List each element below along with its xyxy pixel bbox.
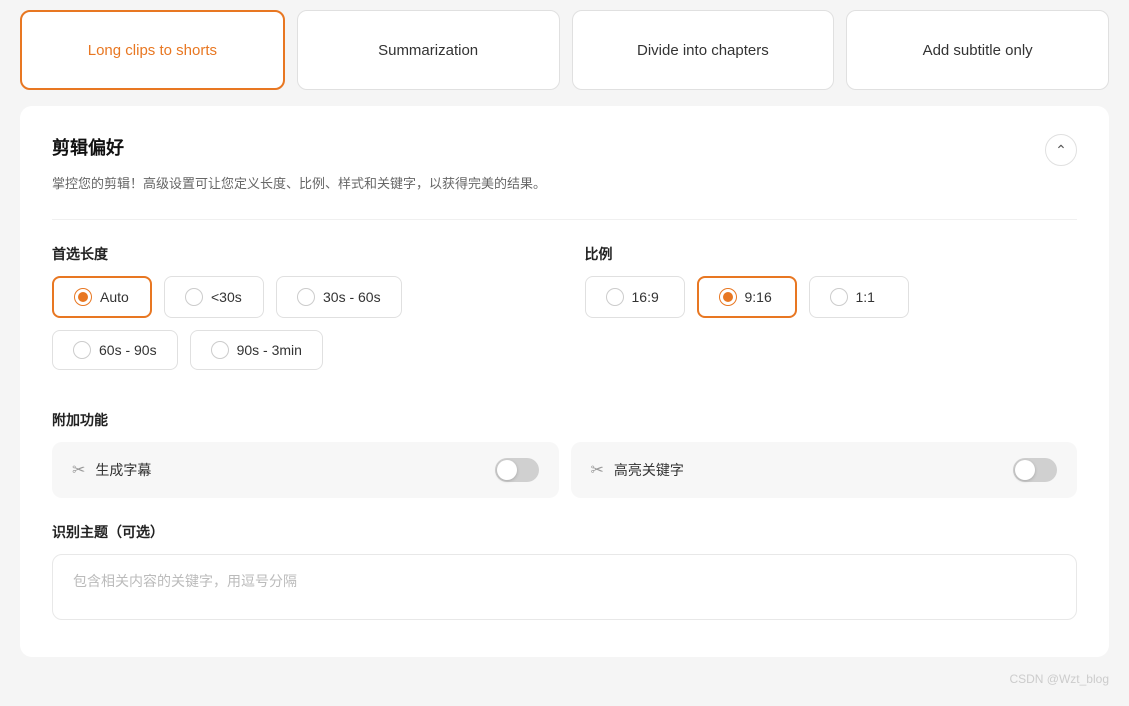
radio-circle-30-60	[297, 288, 315, 306]
radio-circle-lt30	[185, 288, 203, 306]
option-label-90-3min: 90s - 3min	[237, 342, 302, 358]
length-section: 首选长度 Auto <30s 30s - 60s 60s - 90s 90s - 3m…	[52, 244, 545, 382]
length-option-60-90[interactable]: 60s - 90s	[52, 330, 178, 370]
ratio-option-1-1[interactable]: 1:1	[809, 276, 909, 318]
radio-inner-ratio-9-16	[723, 292, 733, 302]
length-label: 首选长度	[52, 244, 545, 264]
length-options-row1: Auto <30s 30s - 60s	[52, 276, 545, 318]
option-label-ratio-9-16: 9:16	[745, 289, 772, 305]
radio-circle-ratio-16-9	[606, 288, 624, 306]
divider	[52, 219, 1077, 220]
feature-label-subtitles: 生成字幕	[95, 460, 151, 480]
tab-summarization[interactable]: Summarization	[297, 10, 560, 90]
feature-card-subtitles: ✂ 生成字幕	[52, 442, 559, 498]
feature-left-subtitles: ✂ 生成字幕	[72, 460, 151, 480]
toggle-subtitles[interactable]	[495, 458, 539, 482]
two-col-layout: 首选长度 Auto <30s 30s - 60s 60s - 90s 90s - 3m…	[52, 244, 1077, 382]
tab-long-clips[interactable]: Long clips to shorts	[20, 10, 285, 90]
tabs-container: Long clips to shortsSummarizationDivide …	[20, 10, 1109, 90]
scissors-icon-highlight: ✂	[591, 460, 604, 480]
feature-label-highlight: 高亮关键字	[614, 460, 684, 480]
radio-circle-auto	[74, 288, 92, 306]
additional-section: 附加功能 ✂ 生成字幕 ✂ 高亮关键字	[52, 410, 1077, 498]
feature-card-highlight: ✂ 高亮关键字	[571, 442, 1078, 498]
collapse-button[interactable]: ⌃	[1045, 134, 1077, 166]
option-label-auto: Auto	[100, 289, 129, 305]
radio-inner-auto	[78, 292, 88, 302]
radio-circle-90-3min	[211, 341, 229, 359]
tab-add-subtitle[interactable]: Add subtitle only	[846, 10, 1109, 90]
panel-header: 剪辑偏好 ⌃	[52, 134, 1077, 166]
option-label-lt30: <30s	[211, 289, 242, 305]
length-option-auto[interactable]: Auto	[52, 276, 152, 318]
radio-circle-ratio-1-1	[830, 288, 848, 306]
topic-label: 识别主题（可选）	[52, 522, 1077, 542]
length-options-row2: 60s - 90s 90s - 3min	[52, 330, 545, 370]
ratio-options-row: 16:9 9:16 1:1	[585, 276, 1078, 318]
ratio-label: 比例	[585, 244, 1078, 264]
tab-divide-chapters[interactable]: Divide into chapters	[572, 10, 835, 90]
option-label-60-90: 60s - 90s	[99, 342, 157, 358]
feature-left-highlight: ✂ 高亮关键字	[591, 460, 684, 480]
topic-section: 识别主题（可选）	[52, 522, 1077, 625]
topic-input[interactable]	[52, 554, 1077, 620]
settings-panel: 剪辑偏好 ⌃ 掌控您的剪辑！高级设置可让您定义长度、比例、样式和关键字，以获得完…	[20, 106, 1109, 657]
length-option-lt30[interactable]: <30s	[164, 276, 264, 318]
panel-title: 剪辑偏好	[52, 134, 124, 160]
toggle-highlight[interactable]	[1013, 458, 1057, 482]
ratio-option-9-16[interactable]: 9:16	[697, 276, 797, 318]
ratio-section: 比例 16:9 9:16 1:1	[585, 244, 1078, 382]
radio-circle-60-90	[73, 341, 91, 359]
additional-label: 附加功能	[52, 410, 1077, 430]
radio-circle-ratio-9-16	[719, 288, 737, 306]
option-label-30-60: 30s - 60s	[323, 289, 381, 305]
ratio-option-16-9[interactable]: 16:9	[585, 276, 685, 318]
length-option-30-60[interactable]: 30s - 60s	[276, 276, 402, 318]
scissors-icon-subtitles: ✂	[72, 460, 85, 480]
option-label-ratio-1-1: 1:1	[856, 289, 875, 305]
length-option-90-3min[interactable]: 90s - 3min	[190, 330, 323, 370]
feature-row: ✂ 生成字幕 ✂ 高亮关键字	[52, 442, 1077, 498]
option-label-ratio-16-9: 16:9	[632, 289, 659, 305]
panel-description: 掌控您的剪辑！高级设置可让您定义长度、比例、样式和关键字，以获得完美的结果。	[52, 174, 1077, 195]
watermark: CSDN @Wzt_blog	[1009, 672, 1109, 686]
